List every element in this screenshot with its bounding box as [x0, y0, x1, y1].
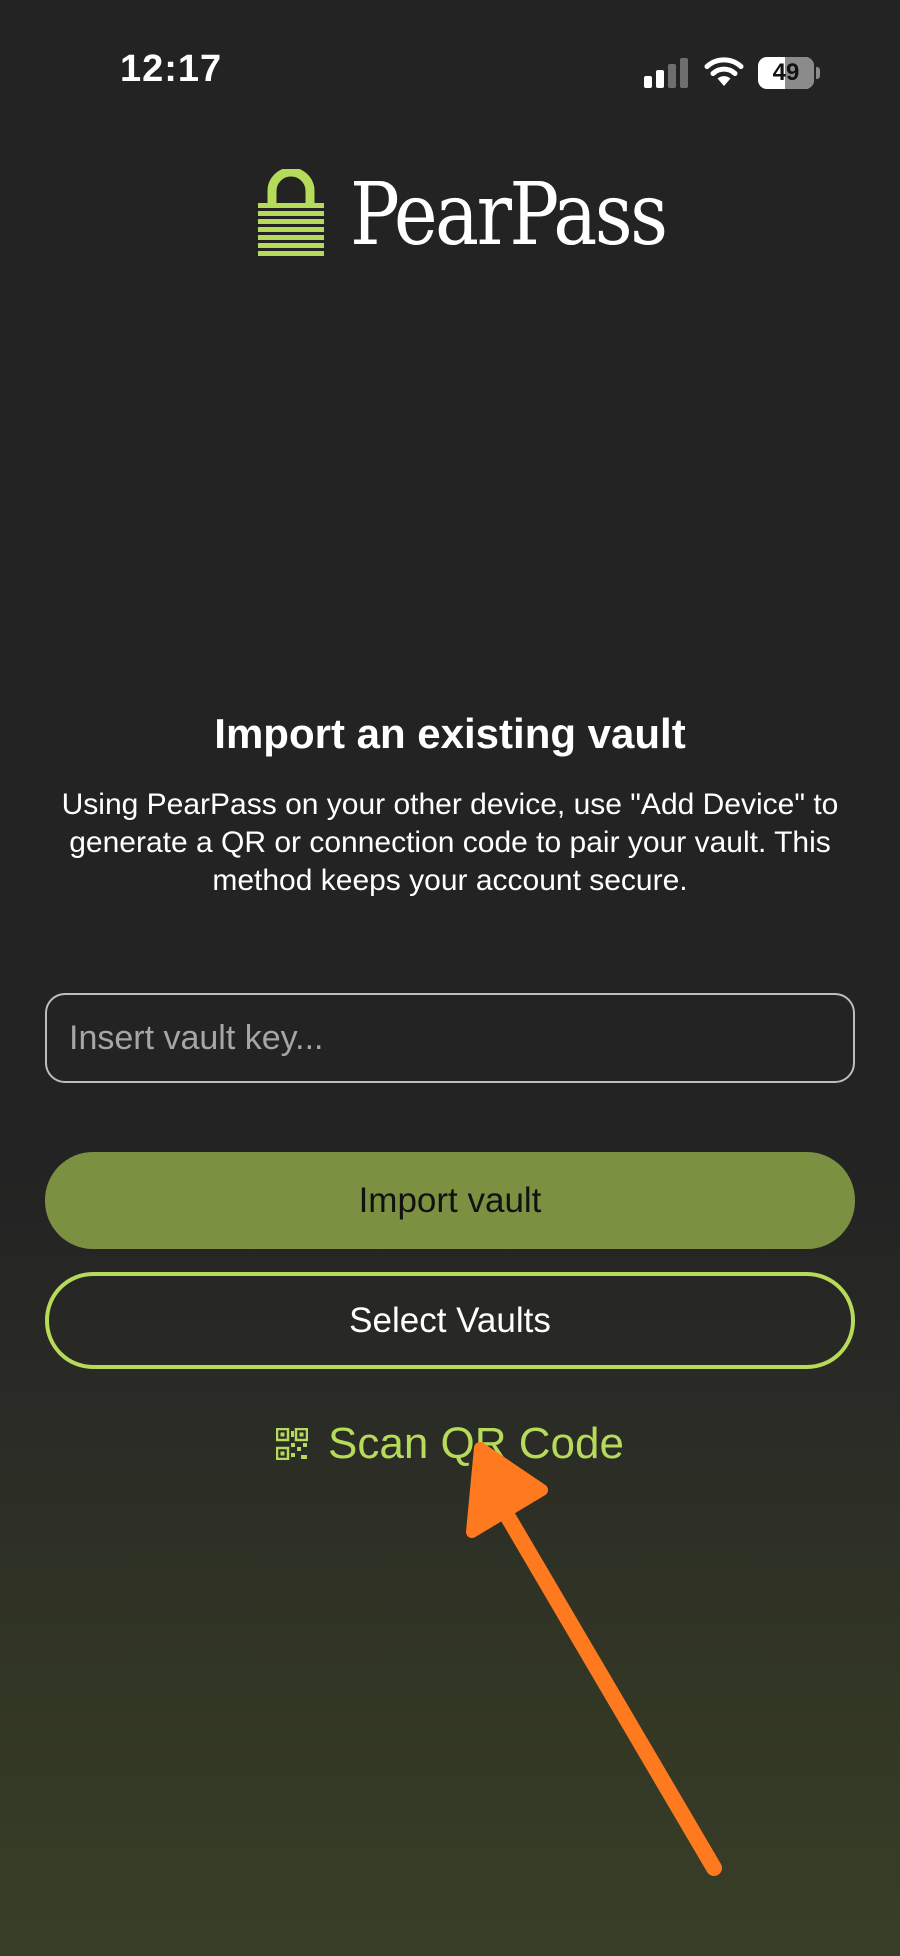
- cellular-signal-icon: [644, 58, 688, 88]
- arrow-icon: [466, 1442, 722, 1876]
- status-bar: 12:17 49: [0, 0, 900, 140]
- brand-name: PearPass: [350, 165, 668, 265]
- battery-level: 49: [772, 59, 800, 86]
- qr-code-icon: [276, 1428, 308, 1460]
- page-description: Using PearPass on your other device, use…: [61, 788, 839, 897]
- padlock-icon: [258, 169, 324, 256]
- import-vault-screen: 12:17 49 PearPass Import an existing vau…: [0, 0, 900, 1956]
- import-vault-button[interactable]: Import vault: [45, 1152, 855, 1249]
- status-time: 12:17: [120, 48, 223, 90]
- select-vaults-button[interactable]: Select Vaults: [45, 1272, 855, 1369]
- battery-icon: 49: [758, 57, 820, 89]
- page-title: Import an existing vault: [214, 710, 686, 757]
- wifi-icon: [704, 57, 744, 86]
- pearpass-logo: PearPass: [258, 165, 668, 265]
- vault-key-input[interactable]: [45, 993, 855, 1083]
